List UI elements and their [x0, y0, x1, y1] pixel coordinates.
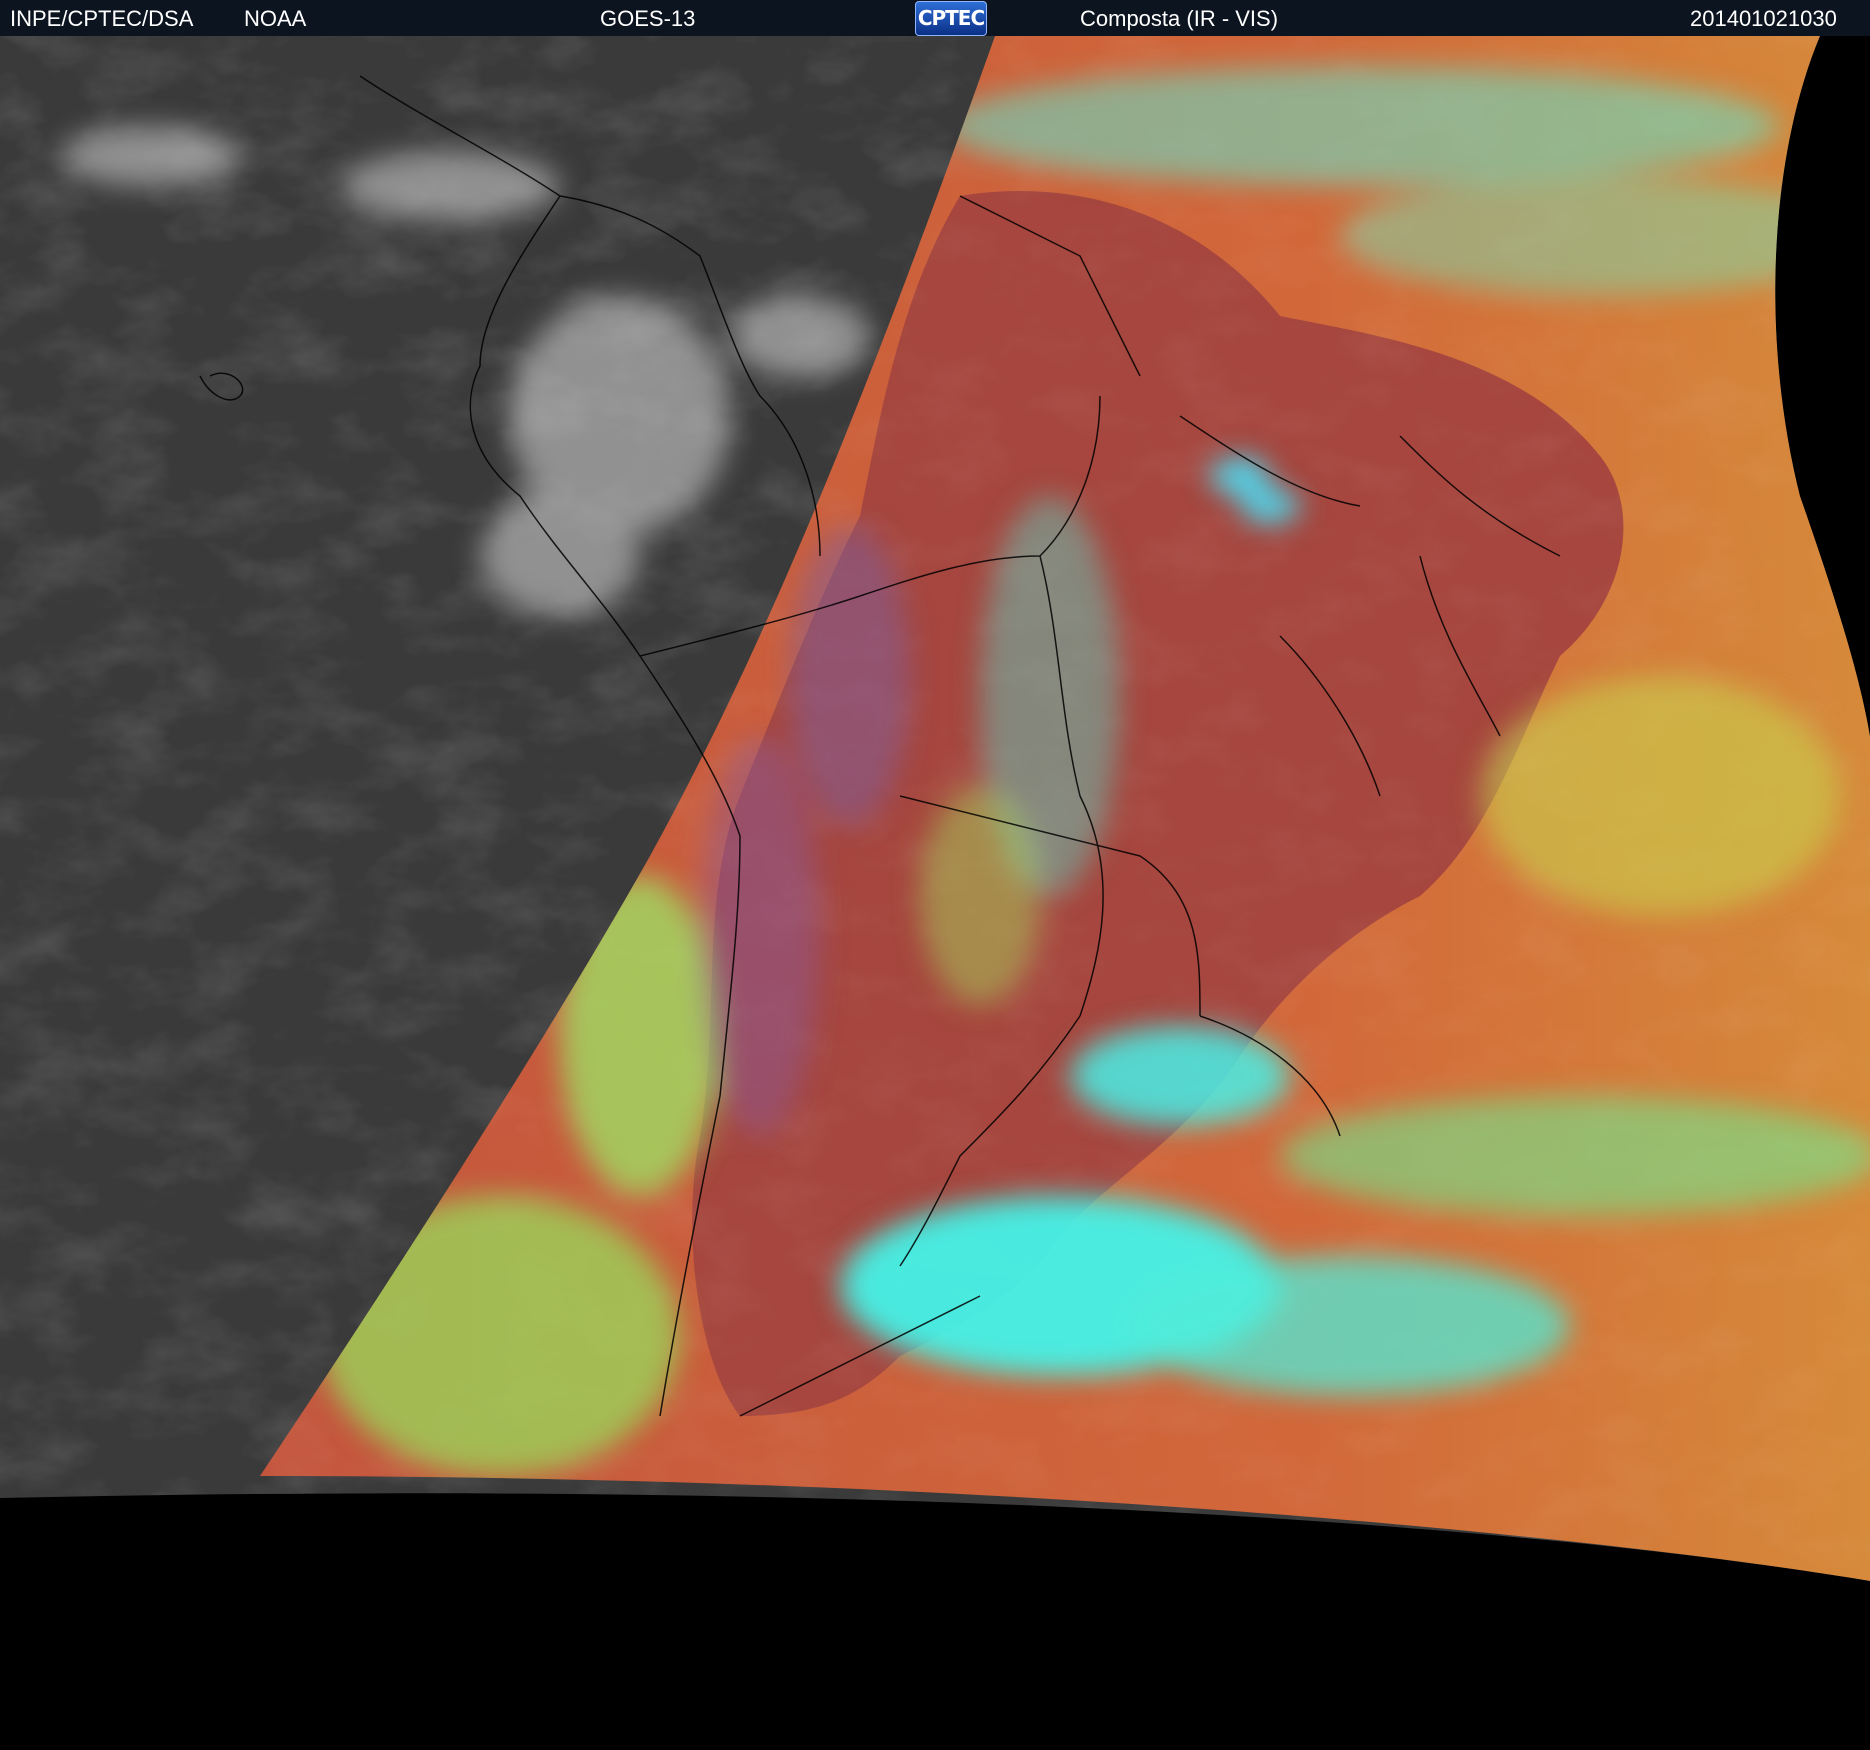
source-label: NOAA: [244, 6, 307, 31]
satellite-composite-map: [0, 36, 1870, 1750]
image-header-bar: INPE/CPTEC/DSA NOAA GOES-13 CPTEC Compos…: [0, 0, 1870, 36]
satellite-image-page: INPE/CPTEC/DSA NOAA GOES-13 CPTEC Compos…: [0, 0, 1870, 1750]
product-label: Composta (IR - VIS): [1080, 6, 1279, 31]
timestamp-label: 201401021030: [1690, 6, 1837, 31]
satellite-label: GOES-13: [600, 6, 696, 31]
agency-label: INPE/CPTEC/DSA: [10, 6, 194, 31]
cptec-logo: CPTEC: [915, 1, 987, 36]
